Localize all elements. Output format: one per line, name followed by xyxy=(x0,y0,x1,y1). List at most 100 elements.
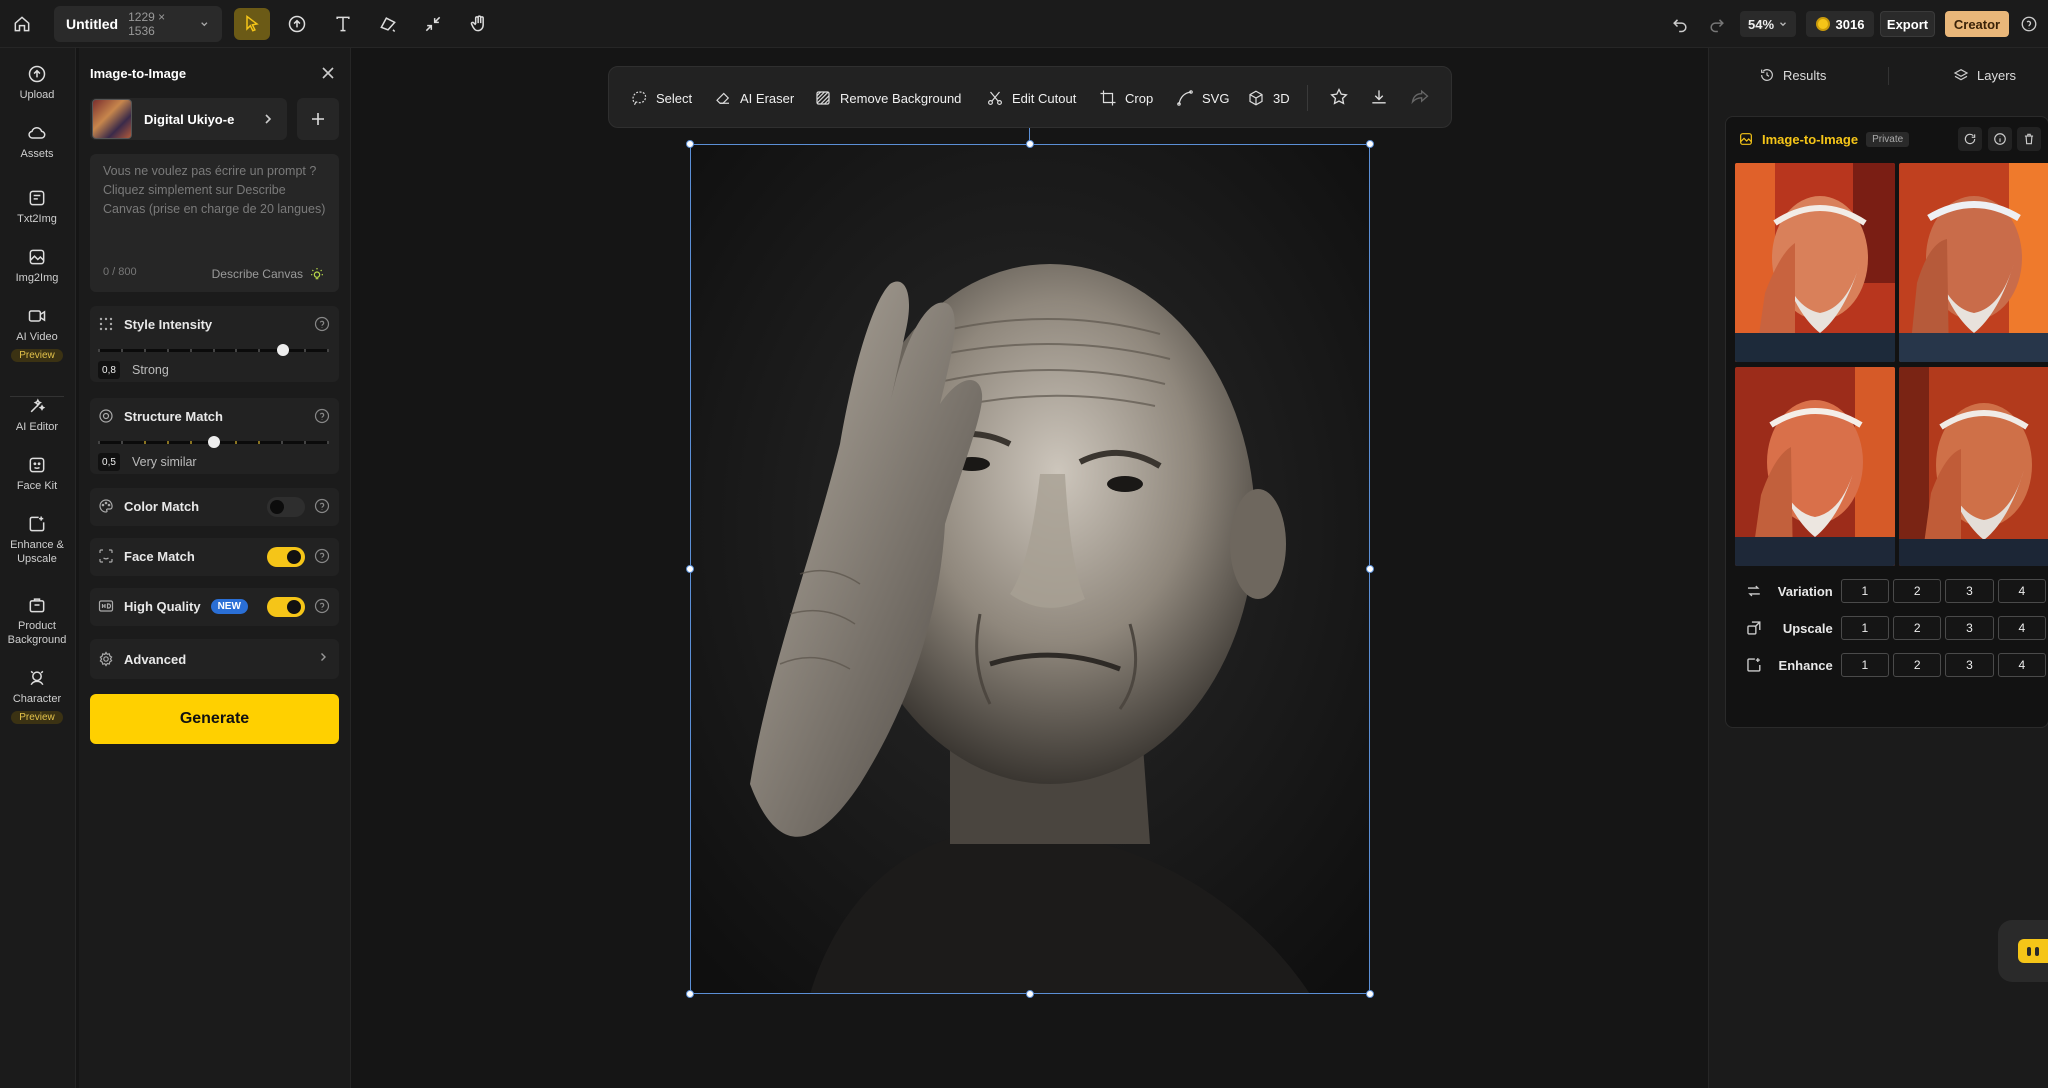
variation-3-button[interactable]: 3 xyxy=(1945,579,1994,603)
describe-canvas-button[interactable]: Describe Canvas xyxy=(212,266,325,282)
crop-button[interactable]: Crop xyxy=(1099,84,1153,112)
document-selector[interactable]: Untitled 1229 × 1536 xyxy=(54,6,222,42)
text-tool-button[interactable] xyxy=(325,8,361,40)
face-match-toggle[interactable] xyxy=(267,547,305,567)
slider-tick xyxy=(327,349,329,352)
rail-label: Face Kit xyxy=(16,480,58,492)
help-circle-icon[interactable] xyxy=(314,548,330,564)
rail-item-ai-editor[interactable]: AI Editor xyxy=(0,396,74,434)
resize-handle-right[interactable] xyxy=(1366,565,1374,573)
enhance-3-button[interactable]: 3 xyxy=(1945,653,1994,677)
favorite-button[interactable] xyxy=(1329,87,1351,109)
download-button[interactable] xyxy=(1369,87,1391,109)
slider-thumb[interactable] xyxy=(277,344,289,356)
tab-layers[interactable]: Layers xyxy=(1953,64,2016,86)
toggle-knob xyxy=(287,550,301,564)
generate-button[interactable]: Generate xyxy=(90,694,339,744)
high-quality-toggle[interactable] xyxy=(267,597,305,617)
rail-item-assets[interactable]: Assets xyxy=(0,123,74,161)
canvas-image[interactable] xyxy=(690,144,1370,994)
help-circle-icon[interactable] xyxy=(314,408,330,424)
svg-button[interactable]: SVG xyxy=(1176,84,1229,112)
style-intensity-slider[interactable] xyxy=(98,344,329,356)
upscale-3-button[interactable]: 3 xyxy=(1945,616,1994,640)
toolbar-divider xyxy=(1307,85,1308,111)
variation-2-button[interactable]: 2 xyxy=(1893,579,1942,603)
3d-button[interactable]: 3D xyxy=(1247,84,1290,112)
result-thumbnail[interactable] xyxy=(1899,367,2048,566)
upscale-4-button[interactable]: 4 xyxy=(1997,616,2046,640)
advanced-section[interactable]: Advanced xyxy=(90,639,339,679)
help-circle-icon[interactable] xyxy=(314,316,330,332)
resize-handle-bottom-left[interactable] xyxy=(686,990,694,998)
rail-item-face-kit[interactable]: Face Kit xyxy=(0,455,74,493)
chat-button[interactable] xyxy=(1998,920,2048,982)
help-circle-icon[interactable] xyxy=(314,498,330,514)
slider-thumb[interactable] xyxy=(208,436,220,448)
help-button[interactable] xyxy=(2016,11,2042,37)
result-thumbnail[interactable] xyxy=(1899,163,2048,362)
redo-button[interactable] xyxy=(1699,8,1735,40)
enhance-2-button[interactable]: 2 xyxy=(1893,653,1942,677)
3d-label: 3D xyxy=(1273,90,1290,106)
plan-button[interactable]: Creator xyxy=(1945,11,2009,37)
undo-button[interactable] xyxy=(1662,8,1698,40)
home-button[interactable] xyxy=(4,8,40,40)
rail-item-character[interactable]: Character Preview xyxy=(0,668,74,724)
tab-results[interactable]: Results xyxy=(1759,64,1826,86)
structure-match-slider[interactable] xyxy=(98,436,329,448)
remove-background-button[interactable]: Remove Background xyxy=(814,84,961,112)
credits-pill[interactable]: 3016 xyxy=(1806,11,1874,37)
upload-tool-button[interactable] xyxy=(279,8,315,40)
style-selector[interactable]: Digital Ukiyo-e xyxy=(90,98,287,140)
add-style-button[interactable] xyxy=(297,98,339,140)
image-to-image-panel: Image-to-Image Digital Ukiyo-e 0 / 800 D… xyxy=(79,48,351,1088)
enhance-1-button[interactable]: 1 xyxy=(1840,653,1890,677)
rail-item-upload[interactable]: Upload xyxy=(0,64,74,102)
resize-handle-bottom-right[interactable] xyxy=(1366,990,1374,998)
collapse-tool-button[interactable] xyxy=(415,8,451,40)
edit-cutout-button[interactable]: Edit Cutout xyxy=(986,84,1076,112)
select-button[interactable]: Select xyxy=(630,84,692,112)
info-button[interactable] xyxy=(1988,127,2012,151)
select-tool-button[interactable] xyxy=(234,8,270,40)
close-icon[interactable] xyxy=(320,65,336,81)
resize-handle-top-right[interactable] xyxy=(1366,140,1374,148)
slider-tick xyxy=(258,441,260,444)
shape-tool-button[interactable] xyxy=(370,8,406,40)
result-thumbnail[interactable] xyxy=(1735,367,1895,566)
product-icon xyxy=(29,598,45,613)
rail-item-enhance-upscale[interactable]: Enhance & Upscale xyxy=(0,514,74,566)
ai-eraser-button[interactable]: AI Eraser xyxy=(714,84,794,112)
variation-4-button[interactable]: 4 xyxy=(1997,579,2046,603)
rail-item-txt2img[interactable]: Txt2Img xyxy=(0,188,74,226)
face-match-section: Face Match xyxy=(90,538,339,576)
upscale-2-button[interactable]: 2 xyxy=(1893,616,1942,640)
chat-icon xyxy=(2018,939,2048,963)
prompt-input[interactable] xyxy=(103,162,331,252)
rail-item-product-background[interactable]: Product Background xyxy=(0,595,74,647)
resize-handle-top[interactable] xyxy=(1026,140,1034,148)
section-title: Style Intensity xyxy=(124,316,213,332)
rail-item-img2img[interactable]: Img2Img xyxy=(0,247,74,285)
resize-handle-top-left[interactable] xyxy=(686,140,694,148)
help-circle-icon[interactable] xyxy=(314,598,330,614)
variation-1-button[interactable]: 1 xyxy=(1840,579,1890,603)
section-header: Structure Match xyxy=(98,398,223,434)
hand-tool-button[interactable] xyxy=(461,8,497,40)
result-thumbnail[interactable] xyxy=(1735,163,1895,362)
slider-value: 0,5 xyxy=(98,453,120,471)
enhance-4-button[interactable]: 4 xyxy=(1997,653,2046,677)
regenerate-button[interactable] xyxy=(1958,127,1982,151)
resize-handle-bottom[interactable] xyxy=(1026,990,1034,998)
export-button[interactable]: Export xyxy=(1880,11,1935,37)
share-button[interactable] xyxy=(1410,87,1432,109)
upscale-1-button[interactable]: 1 xyxy=(1840,616,1890,640)
resize-handle-left[interactable] xyxy=(686,565,694,573)
rail-item-ai-video[interactable]: AI Video Preview xyxy=(0,306,74,362)
section-header: Advanced xyxy=(98,639,186,679)
color-match-toggle[interactable] xyxy=(267,497,305,517)
zoom-selector[interactable]: 54% xyxy=(1740,11,1796,37)
remove-background-label: Remove Background xyxy=(840,90,962,106)
delete-button[interactable] xyxy=(2017,127,2041,151)
